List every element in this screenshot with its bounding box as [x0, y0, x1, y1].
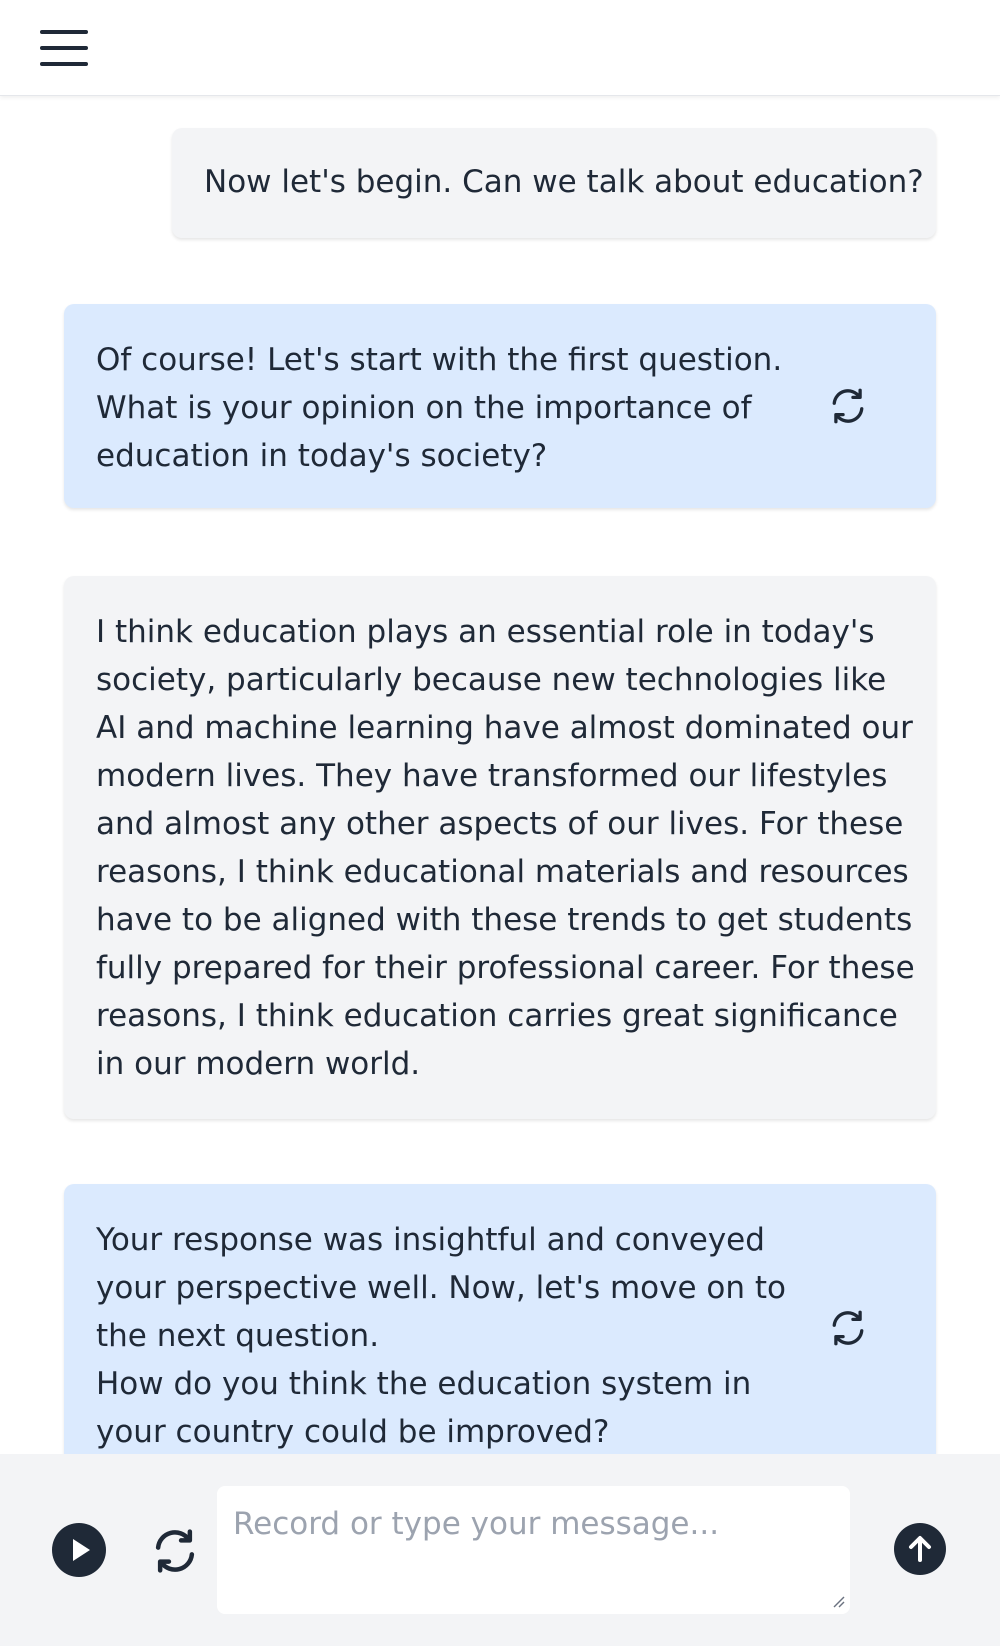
user-message: Now let's begin. Can we talk about educa…: [172, 128, 936, 238]
refresh-icon[interactable]: [826, 384, 870, 428]
message-text: Now let's begin. Can we talk about educa…: [204, 164, 924, 200]
message-text: I think education plays an essential rol…: [96, 614, 915, 1082]
top-bar: [0, 0, 1000, 96]
user-message: I think education plays an essential rol…: [64, 576, 936, 1119]
assistant-message: Your response was insightful and conveye…: [64, 1184, 936, 1454]
chat-transcript: Now let's begin. Can we talk about educa…: [0, 96, 1000, 1454]
refresh-icon[interactable]: [148, 1524, 202, 1578]
assistant-message: Of course! Let's start with the first qu…: [64, 304, 936, 508]
arrow-up-circle-icon[interactable]: [894, 1523, 946, 1575]
hamburger-menu-icon[interactable]: [40, 30, 88, 66]
message-input[interactable]: [217, 1486, 850, 1614]
message-text: Of course! Let's start with the first qu…: [96, 342, 783, 474]
message-text: Your response was insightful and conveye…: [96, 1222, 787, 1450]
refresh-icon[interactable]: [826, 1306, 870, 1350]
resize-handle-icon[interactable]: [831, 1594, 845, 1608]
play-circle-icon[interactable]: [52, 1523, 106, 1577]
